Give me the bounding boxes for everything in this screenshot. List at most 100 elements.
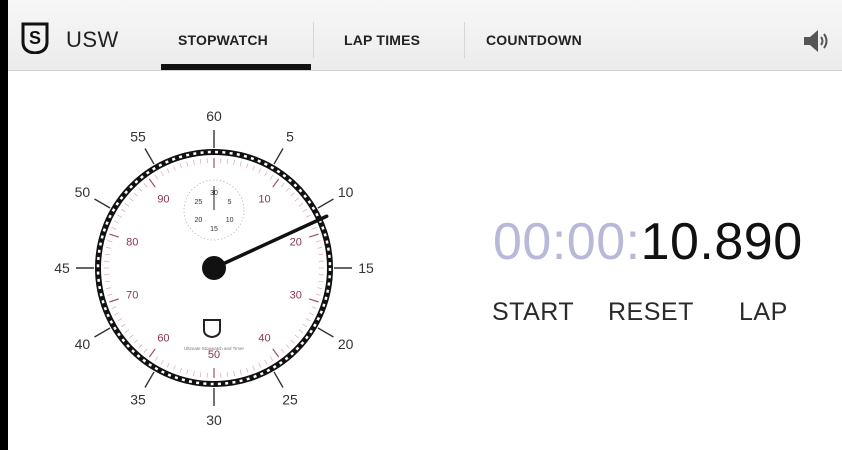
- inner-tick: [114, 312, 120, 316]
- speaker-icon[interactable]: [800, 25, 832, 57]
- time-separator: :: [551, 213, 567, 271]
- inner-tick: [133, 192, 138, 197]
- inner-tick: [315, 240, 321, 243]
- inner-tick: [233, 159, 235, 165]
- inner-tick: [109, 233, 120, 238]
- inner-tick: [199, 158, 202, 164]
- outer-tick-label: 55: [130, 128, 146, 144]
- inner-tick: [179, 367, 182, 373]
- outer-tick-label: 10: [338, 184, 354, 200]
- inner-tick: [290, 192, 295, 197]
- inner-tick: [239, 161, 242, 167]
- inner-tick: [107, 293, 113, 296]
- reset-button[interactable]: RESET: [608, 298, 694, 327]
- inner-tick: [186, 369, 189, 375]
- inner-tick: [269, 174, 274, 180]
- inner-tick-label: 90: [157, 193, 169, 205]
- active-tab-indicator: [161, 64, 311, 70]
- inner-tick: [308, 298, 319, 303]
- outer-tick-label: 35: [130, 392, 146, 408]
- tab-lap-times[interactable]: LAP TIMES: [344, 32, 420, 48]
- inner-tick: [166, 168, 170, 174]
- inner-tick: [233, 371, 235, 377]
- inner-tick: [258, 168, 262, 174]
- outer-tick: [144, 371, 155, 388]
- inner-tick: [311, 306, 317, 309]
- inner-tick: [154, 174, 159, 180]
- usw-logo-icon: S: [21, 22, 49, 54]
- outer-tick-label: 20: [338, 336, 354, 352]
- inner-tick: [199, 372, 202, 378]
- outer-tick-label: 5: [286, 128, 294, 144]
- inner-tick: [226, 158, 229, 164]
- outer-tick-label: 15: [358, 260, 374, 276]
- outer-tick-label: 40: [75, 336, 91, 352]
- inner-tick-label: 20: [290, 236, 302, 248]
- inner-tick: [138, 344, 143, 349]
- inner-tick: [298, 329, 304, 333]
- inner-tick: [318, 253, 324, 256]
- hand-pivot: [202, 256, 226, 280]
- inner-tick: [120, 208, 126, 213]
- inner-tick: [143, 183, 148, 188]
- inner-tick: [120, 323, 126, 328]
- inner-tick: [186, 161, 189, 167]
- inner-tick: [280, 183, 285, 188]
- time-separator: :: [625, 213, 641, 271]
- inner-tick: [107, 240, 113, 243]
- inner-tick: [308, 233, 319, 238]
- outer-tick: [317, 327, 334, 338]
- stopwatch-dial: 6051015202530354045505510203040506070809…: [54, 108, 374, 428]
- inner-tick: [264, 359, 268, 365]
- inner-tick: [173, 365, 176, 371]
- outer-tick: [317, 198, 334, 209]
- subdial-label: 10: [226, 217, 234, 224]
- inner-tick-label: 30: [290, 290, 302, 302]
- inner-tick: [143, 348, 148, 353]
- time-minutes: 00: [566, 213, 626, 271]
- outer-tick: [94, 198, 111, 209]
- inner-tick: [290, 339, 295, 344]
- inner-tick: [294, 197, 299, 202]
- inner-tick: [160, 171, 164, 177]
- inner-tick: [138, 187, 143, 192]
- inner-tick: [179, 163, 182, 169]
- inner-tick: [173, 165, 176, 171]
- app-title: USW: [66, 27, 119, 52]
- inner-tick: [105, 247, 111, 249]
- start-button[interactable]: START: [492, 298, 574, 327]
- outer-tick-label: 50: [75, 184, 91, 200]
- outer-tick: [273, 371, 284, 388]
- elapsed-time-display: 00:00:10.890: [493, 212, 803, 272]
- time-seconds: 10.890: [640, 213, 803, 271]
- inner-tick: [305, 318, 311, 322]
- inner-tick: [264, 171, 268, 177]
- subdial-label: 25: [195, 199, 203, 206]
- inner-tick: [246, 367, 249, 373]
- inner-tick: [302, 323, 308, 328]
- inner-tick: [104, 280, 110, 283]
- lap-button[interactable]: LAP: [739, 298, 788, 327]
- inner-tick: [246, 163, 249, 169]
- inner-tick: [124, 329, 130, 333]
- tab-countdown[interactable]: COUNTDOWN: [486, 32, 582, 48]
- inner-tick: [258, 362, 262, 368]
- inner-tick: [239, 369, 242, 375]
- inner-tick-label: 40: [258, 333, 270, 345]
- inner-tick: [272, 348, 280, 358]
- subdial-label: 5: [228, 199, 232, 206]
- inner-tick: [129, 197, 134, 202]
- inner-tick: [269, 356, 274, 362]
- inner-tick: [129, 334, 134, 339]
- inner-tick: [109, 298, 120, 303]
- inner-tick: [318, 280, 324, 283]
- inner-tick: [114, 220, 120, 224]
- second-hand: [212, 214, 329, 270]
- inner-tick-label: 70: [126, 290, 138, 302]
- outer-tick: [94, 327, 111, 338]
- tab-stopwatch[interactable]: STOPWATCH: [178, 32, 268, 48]
- inner-tick: [154, 356, 159, 362]
- app-bar: S USW STOPWATCH LAP TIMES COUNTDOWN: [8, 0, 842, 71]
- inner-tick: [315, 293, 321, 296]
- inner-tick: [111, 306, 117, 309]
